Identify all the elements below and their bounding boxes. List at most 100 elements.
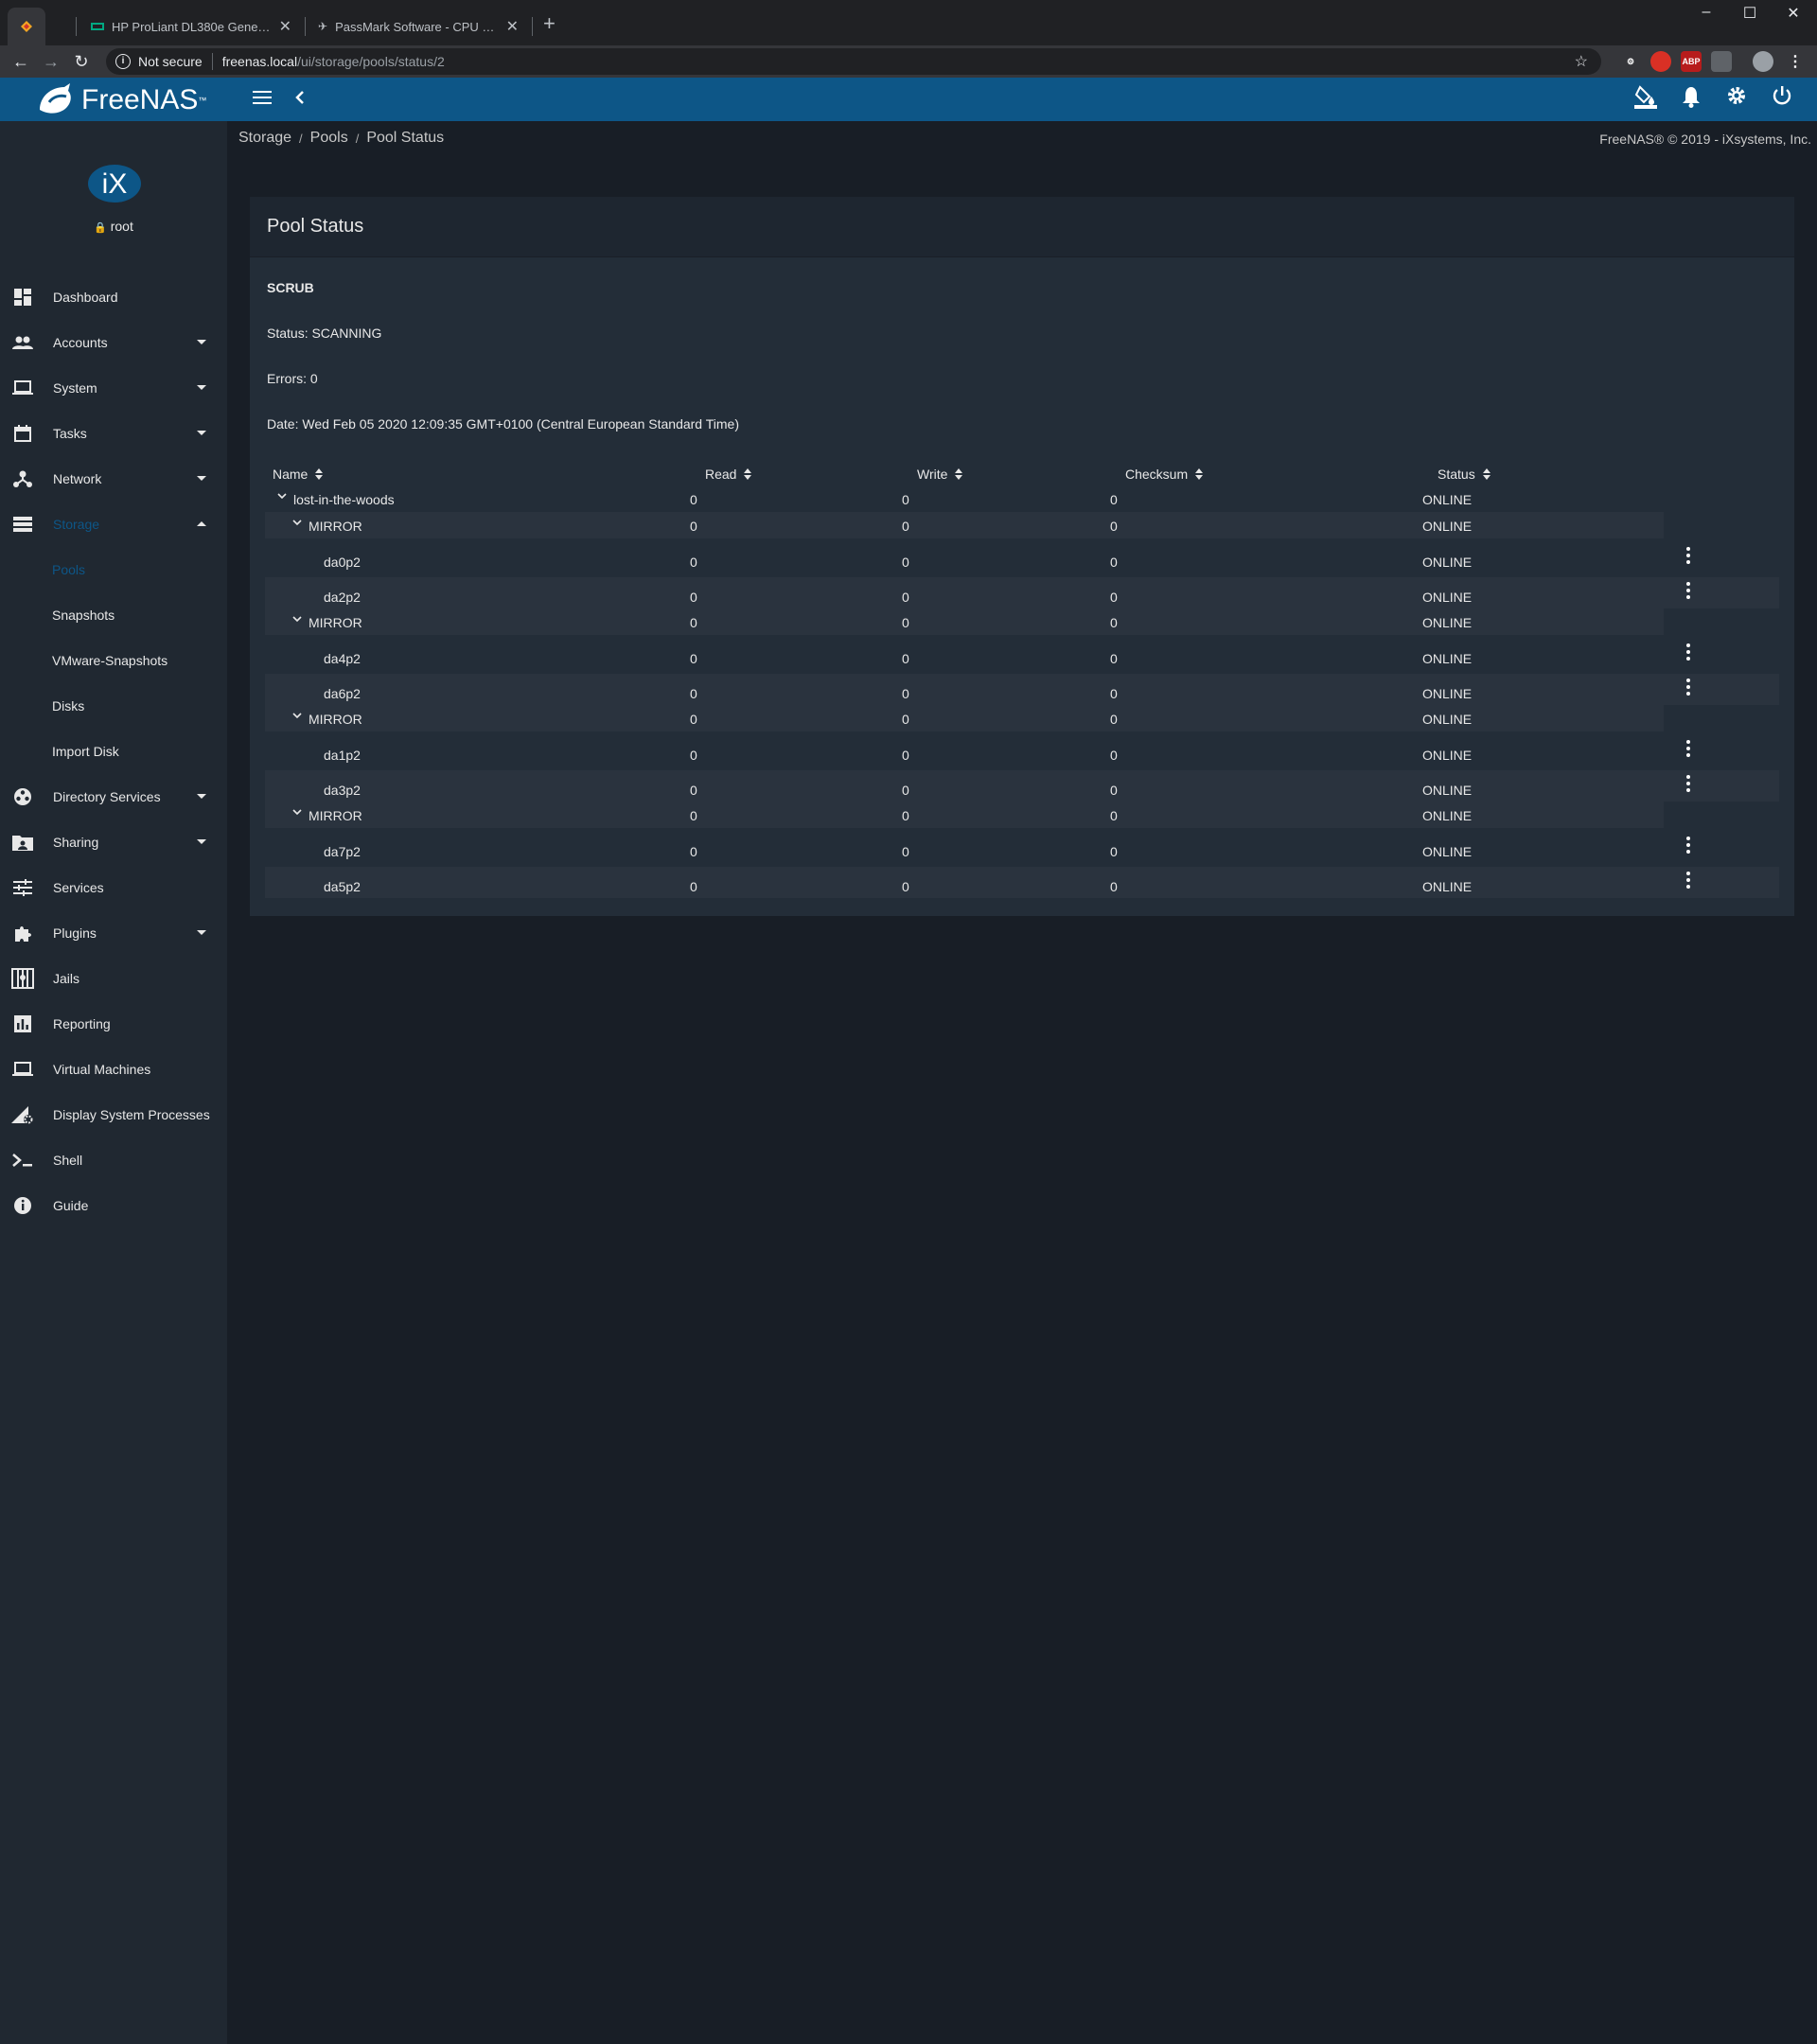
cell-write: 0	[902, 712, 909, 727]
cell-status: ONLINE	[1422, 555, 1473, 570]
disk-row[interactable]: da7p2 0 0 0 ONLINE	[265, 832, 1779, 863]
sidebar-item-reporting[interactable]: Reporting	[0, 1001, 227, 1047]
more-options-icon[interactable]	[1679, 641, 1698, 663]
column-header-name[interactable]: Name	[273, 467, 324, 482]
notifications-bell-icon[interactable]	[1677, 85, 1705, 114]
disk-row[interactable]: da1p2 0 0 0 ONLINE	[265, 735, 1779, 766]
close-tab-icon[interactable]: ✕	[506, 17, 519, 36]
puzzle-icon	[11, 922, 34, 944]
more-options-icon[interactable]	[1679, 544, 1698, 567]
sidebar-subitem-import-disk[interactable]: Import Disk	[52, 729, 119, 774]
vdev-row[interactable]: MIRROR 0 0 0 ONLINE	[265, 705, 1664, 731]
vdev-row[interactable]: MIRROR 0 0 0 ONLINE	[265, 608, 1664, 635]
cell-read: 0	[690, 712, 697, 727]
sidebar-item-label: Dashboard	[53, 290, 118, 305]
disk-row[interactable]: da3p2 0 0 0 ONLINE	[265, 770, 1779, 802]
chevron-down-icon[interactable]	[291, 613, 303, 625]
more-options-icon[interactable]	[1679, 772, 1698, 795]
close-window-icon[interactable]: ✕	[1772, 4, 1815, 23]
sort-icon	[315, 467, 324, 481]
browser-tab-active[interactable]	[8, 8, 45, 45]
sidebar-item-label: Accounts	[53, 335, 108, 350]
adblock-icon[interactable]: ABP	[1681, 51, 1702, 72]
sidebar-item-plugins[interactable]: Plugins	[0, 910, 227, 956]
browser-menu-icon[interactable]: ⋮	[1785, 51, 1806, 72]
profile-avatar[interactable]	[1753, 51, 1773, 72]
disk-row[interactable]: da5p2 0 0 0 ONLINE	[265, 867, 1779, 898]
power-icon[interactable]	[1768, 85, 1796, 112]
disk-row[interactable]: da0p2 0 0 0 ONLINE	[265, 542, 1779, 573]
people-icon	[11, 331, 34, 354]
breadcrumb-separator: /	[299, 132, 303, 146]
menu-icon[interactable]	[248, 86, 276, 111]
more-options-icon[interactable]	[1679, 737, 1698, 760]
more-options-icon[interactable]	[1679, 834, 1698, 856]
sidebar-item-dashboard[interactable]: Dashboard	[0, 274, 227, 320]
close-tab-icon[interactable]: ✕	[279, 17, 291, 36]
disk-row[interactable]: da4p2 0 0 0 ONLINE	[265, 639, 1779, 670]
cell-read: 0	[690, 615, 697, 630]
extension-1-icon[interactable]: ⚙	[1620, 51, 1641, 72]
chevron-down-icon[interactable]	[291, 710, 303, 721]
bookmark-star-icon[interactable]: ☆	[1575, 52, 1588, 71]
sidebar-item-guide[interactable]: Guide	[0, 1183, 227, 1228]
browser-tab-passmark[interactable]: ✈ PassMark Software - CPU Benchmarks ✕	[307, 8, 530, 45]
chevron-down-icon[interactable]	[276, 490, 288, 502]
sidebar-item-storage[interactable]: Storage	[0, 502, 227, 547]
sidebar-item-jails[interactable]: Jails	[0, 956, 227, 1001]
maximize-icon[interactable]: ☐	[1728, 4, 1772, 23]
sidebar-item-system[interactable]: System	[0, 365, 227, 411]
chevron-down-icon[interactable]	[291, 517, 303, 528]
vdev-row[interactable]: MIRROR 0 0 0 ONLINE	[265, 802, 1664, 828]
settings-gear-icon[interactable]	[1722, 85, 1751, 112]
sidebar-item-shell[interactable]: Shell	[0, 1137, 227, 1183]
sidebar-subitem-vmware-snapshots[interactable]: VMware-Snapshots	[52, 638, 168, 683]
more-options-icon[interactable]	[1679, 676, 1698, 698]
sidebar-item-accounts[interactable]: Accounts	[0, 320, 227, 365]
extension-4-icon[interactable]	[1711, 51, 1732, 72]
freenas-logo[interactable]: FreeNAS ™	[34, 81, 206, 119]
sidebar-item-services[interactable]: Services	[0, 865, 227, 910]
pool-row[interactable]: lost-in-the-woods 0 0 0 ONLINE	[265, 485, 1779, 512]
vdev-row[interactable]: MIRROR 0 0 0 ONLINE	[265, 512, 1664, 538]
sidebar-item-tasks[interactable]: Tasks	[0, 411, 227, 456]
sidebar-subitem-disks[interactable]: Disks	[52, 683, 84, 729]
sidebar-item-directory-services[interactable]: Directory Services	[0, 774, 227, 819]
sidebar-subitem-snapshots[interactable]: Snapshots	[52, 592, 115, 638]
cell-write: 0	[902, 686, 909, 701]
info-icon[interactable]: i	[115, 54, 131, 69]
sidebar-item-network[interactable]: Network	[0, 456, 227, 502]
cell-checksum: 0	[1110, 686, 1118, 701]
address-bar[interactable]: i Not secure freenas.local/ui/storage/po…	[106, 48, 1601, 75]
sidebar-item-display-system-processes[interactable]: Display System Processes	[0, 1092, 227, 1137]
new-tab-icon[interactable]: +	[543, 11, 556, 36]
cell-read: 0	[690, 590, 697, 605]
chevron-down-icon[interactable]	[291, 806, 303, 818]
sidebar-subitem-pools[interactable]: Pools	[52, 547, 85, 592]
breadcrumb-pools[interactable]: Pools	[310, 130, 348, 149]
disk-row[interactable]: da2p2 0 0 0 ONLINE	[265, 577, 1779, 608]
back-icon[interactable]: ←	[6, 52, 36, 72]
more-options-icon[interactable]	[1679, 579, 1698, 602]
sidebar-item-label: Shell	[53, 1153, 83, 1168]
disk-row[interactable]: da6p2 0 0 0 ONLINE	[265, 674, 1779, 705]
scrub-errors: Errors: 0	[267, 371, 318, 386]
column-header-write[interactable]: Write	[917, 467, 963, 482]
reload-icon[interactable]: ↻	[66, 52, 97, 72]
sidebar-item-virtual-machines[interactable]: Virtual Machines	[0, 1047, 227, 1092]
column-header-status[interactable]: Status	[1438, 467, 1491, 482]
breadcrumb-separator: /	[355, 132, 360, 146]
more-options-icon[interactable]	[1679, 869, 1698, 891]
minimize-icon[interactable]: –	[1685, 4, 1728, 21]
column-header-read[interactable]: Read	[705, 467, 752, 482]
theme-paint-icon[interactable]	[1632, 85, 1660, 115]
extension-2-icon[interactable]	[1650, 51, 1671, 72]
cell-name: da7p2	[324, 844, 361, 859]
column-header-checksum[interactable]: Checksum	[1125, 467, 1204, 482]
breadcrumb-storage[interactable]: Storage	[238, 130, 291, 149]
sidebar-item-sharing[interactable]: Sharing	[0, 819, 227, 865]
forward-icon[interactable]: →	[36, 52, 66, 72]
collapse-sidebar-icon[interactable]	[286, 86, 314, 111]
browser-tab-hp[interactable]: HP ProLiant DL380e Generation 8 ✕	[79, 8, 303, 45]
cell-checksum: 0	[1110, 651, 1118, 666]
